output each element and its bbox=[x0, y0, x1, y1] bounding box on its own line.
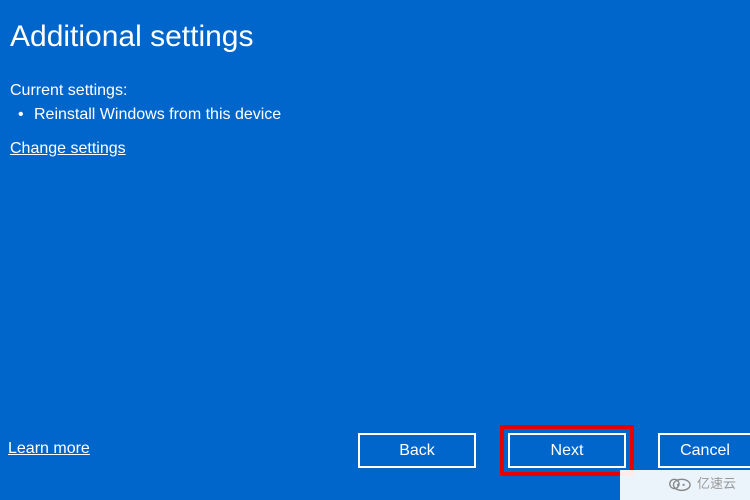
watermark-text: 亿速云 bbox=[697, 473, 736, 492]
current-settings-heading: Current settings: bbox=[10, 82, 740, 100]
change-settings-link[interactable]: Change settings bbox=[10, 140, 126, 158]
cancel-button[interactable]: Cancel bbox=[658, 433, 750, 468]
learn-more-link[interactable]: Learn more bbox=[8, 440, 90, 458]
next-button[interactable]: Next bbox=[508, 433, 626, 468]
next-button-highlight: Next bbox=[500, 425, 634, 476]
button-row: Back Next Cancel bbox=[358, 433, 750, 468]
watermark: 亿速云 bbox=[663, 471, 740, 494]
settings-list: Reinstall Windows from this device bbox=[10, 106, 740, 124]
back-button[interactable]: Back bbox=[358, 433, 476, 468]
cloud-icon bbox=[667, 474, 691, 492]
page-title: Additional settings bbox=[10, 20, 740, 54]
settings-list-item: Reinstall Windows from this device bbox=[16, 106, 740, 124]
